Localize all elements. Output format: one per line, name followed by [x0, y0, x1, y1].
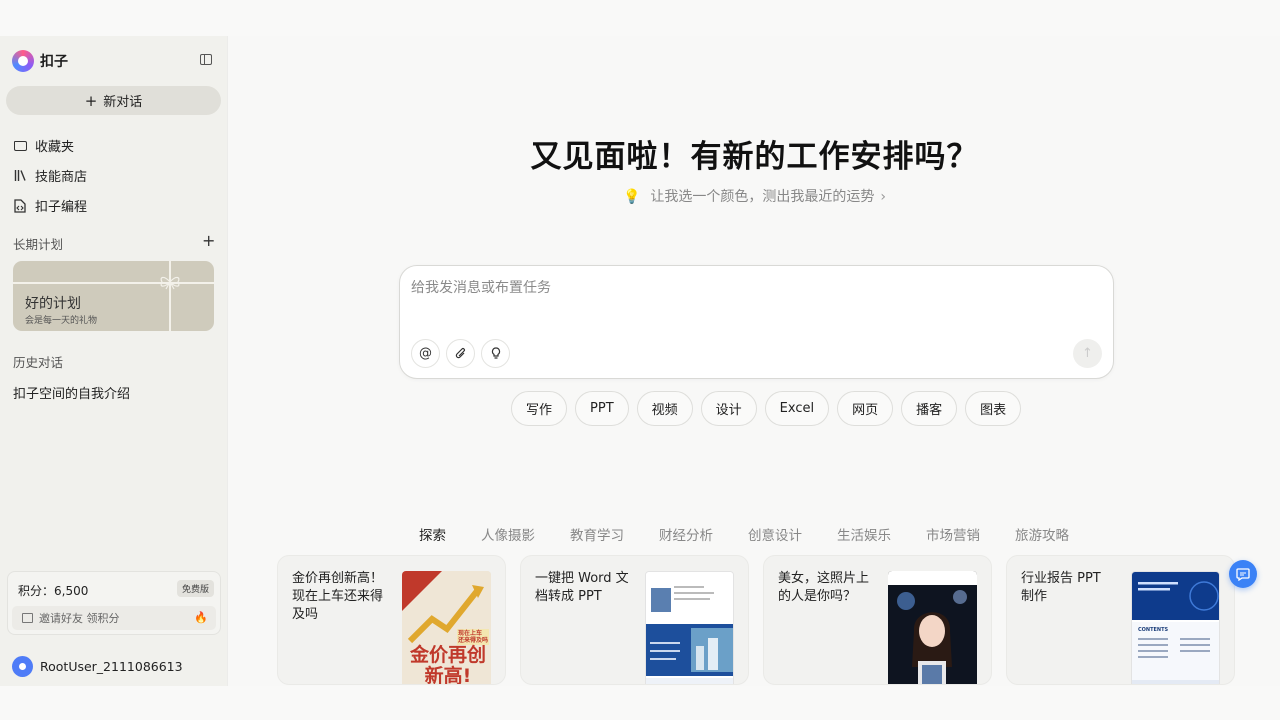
sidebar-toggle-icon[interactable] [200, 54, 212, 65]
plan-card-subtitle: 会是每一天的礼物 [25, 316, 98, 326]
suggestion-link[interactable]: 💡 让我选一个颜色，测出我最近的运势 › [229, 186, 1280, 206]
history-item[interactable]: 扣子空间的自我介绍 [13, 383, 130, 402]
sidebar-item-label: 扣子编程 [35, 200, 88, 215]
chevron-right-icon: › [880, 189, 887, 205]
chip-podcast[interactable]: 播客 [901, 391, 958, 426]
user-name: RootUser_2111086613 [40, 659, 183, 674]
tab-marketing[interactable]: 市场营销 [926, 524, 980, 544]
gift-icon [22, 613, 33, 623]
plan-badge[interactable]: 免费版 [177, 580, 215, 597]
plus-icon: + [84, 91, 98, 110]
invite-label: 邀请好友 领积分 [39, 612, 120, 625]
thumb-contents-label: CONTENTS [1138, 627, 1169, 633]
send-button[interactable]: ↑ [1073, 339, 1102, 368]
tab-portrait[interactable]: 人像摄影 [481, 524, 535, 544]
library-icon [13, 169, 27, 183]
message-input[interactable] [411, 280, 1011, 296]
new-chat-label: 新对话 [103, 95, 143, 110]
ribbon-decoration [169, 261, 171, 331]
quick-chips: 写作 PPT 视频 设计 Excel 网页 播客 图表 [511, 391, 1022, 426]
card-title: 行业报告 PPT 制作 [1021, 571, 1101, 604]
brand[interactable]: 扣子 [12, 50, 68, 72]
sidebar: 扣子 + 新对话 收藏夹 技能商店 扣子编程 长期计划 + 好的计划 会是每一天… [0, 36, 228, 686]
tab-finance[interactable]: 财经分析 [659, 524, 713, 544]
sidebar-item-favorites[interactable]: 收藏夹 [13, 136, 74, 155]
chip-excel[interactable]: Excel [764, 391, 830, 426]
thumb-subtext: 现在上车 还来得及吗 [458, 630, 489, 644]
card-thumbnail [888, 571, 977, 684]
new-chat-button[interactable]: + 新对话 [6, 86, 221, 115]
ribbon-decoration [13, 282, 214, 284]
fire-icon: 🔥 [194, 611, 208, 624]
chip-video[interactable]: 视频 [636, 391, 693, 426]
card-thumbnail [645, 571, 734, 684]
main-panel: 又见面啦！有新的工作安排吗？ 💡 让我选一个颜色，测出我最近的运势 › @ ↑ 写作… [229, 36, 1280, 686]
points-balance: 积分：6,500 [18, 584, 89, 598]
suggestion-text: 让我选一个颜色，测出我最近的运势 [650, 189, 875, 205]
card-title: 美女，这照片上的人是你吗？ [778, 571, 870, 604]
greeting-title: 又见面啦！有新的工作安排吗？ [530, 139, 979, 175]
tab-creative[interactable]: 创意设计 [748, 524, 802, 544]
example-card[interactable]: 金价再创新高！现在上车还来得及吗 现在上车 还来得及吗 金价再创新高! [277, 555, 506, 685]
feedback-chat-icon[interactable] [1229, 560, 1257, 588]
example-card[interactable]: 行业报告 PPT 制作 CONTENTS [1006, 555, 1235, 685]
chip-ppt[interactable]: PPT [575, 391, 629, 426]
app-frame: 扣子 + 新对话 收藏夹 技能商店 扣子编程 长期计划 + 好的计划 会是每一天… [0, 36, 1280, 686]
code-file-icon [13, 198, 27, 213]
lightbulb-icon: 💡 [622, 189, 641, 205]
example-card[interactable]: 美女，这照片上的人是你吗？ [763, 555, 992, 685]
example-card[interactable]: 一键把 Word 文档转成 PPT [520, 555, 749, 685]
folder-icon [13, 139, 27, 153]
tab-travel[interactable]: 旅游攻略 [1015, 524, 1069, 544]
attachment-icon[interactable] [446, 339, 475, 368]
sidebar-item-label: 收藏夹 [35, 140, 75, 155]
user-profile[interactable]: RootUser_2111086613 [12, 656, 183, 677]
avatar [12, 656, 33, 677]
sidebar-item-label: 技能商店 [35, 170, 88, 185]
example-cards: 金价再创新高！现在上车还来得及吗 现在上车 还来得及吗 金价再创新高! 一键把 … [277, 555, 1235, 685]
tab-education[interactable]: 教育学习 [570, 524, 624, 544]
category-tabs: 探索 人像摄影 教育学习 财经分析 创意设计 生活娱乐 市场营销 旅游攻略 [419, 524, 1104, 544]
card-thumbnail: CONTENTS [1131, 571, 1220, 684]
add-plan-icon[interactable]: + [202, 231, 215, 250]
app-name: 扣子 [40, 54, 68, 70]
chip-webpage[interactable]: 网页 [837, 391, 894, 426]
bow-icon [160, 276, 180, 290]
chip-chart[interactable]: 图表 [965, 391, 1022, 426]
thumb-headline: 金价再创新高! [409, 644, 486, 685]
plans-section-label: 长期计划 [13, 237, 64, 252]
tab-lifestyle[interactable]: 生活娱乐 [837, 524, 891, 544]
tab-explore[interactable]: 探索 [419, 524, 446, 544]
sidebar-item-coze-coding[interactable]: 扣子编程 [13, 196, 87, 215]
chat-composer: @ ↑ [399, 265, 1114, 379]
chip-design[interactable]: 设计 [700, 391, 757, 426]
invite-friends-button[interactable]: 邀请好友 领积分 🔥 [12, 606, 216, 630]
card-title: 一键把 Word 文档转成 PPT [535, 571, 629, 604]
card-thumbnail: 现在上车 还来得及吗 金价再创新高! [402, 571, 491, 685]
points-panel: 积分：6,500 免费版 邀请好友 领积分 🔥 [7, 571, 221, 635]
idea-icon[interactable] [481, 339, 510, 368]
plan-card[interactable]: 好的计划 会是每一天的礼物 [13, 261, 214, 331]
card-title: 金价再创新高！现在上车还来得及吗 [292, 571, 384, 622]
chip-writing[interactable]: 写作 [511, 391, 568, 426]
history-section-label: 历史对话 [13, 355, 64, 370]
sidebar-item-skill-store[interactable]: 技能商店 [13, 166, 87, 185]
mention-icon[interactable]: @ [411, 339, 440, 368]
coze-logo-icon [12, 50, 34, 72]
plan-card-title: 好的计划 [25, 296, 81, 312]
